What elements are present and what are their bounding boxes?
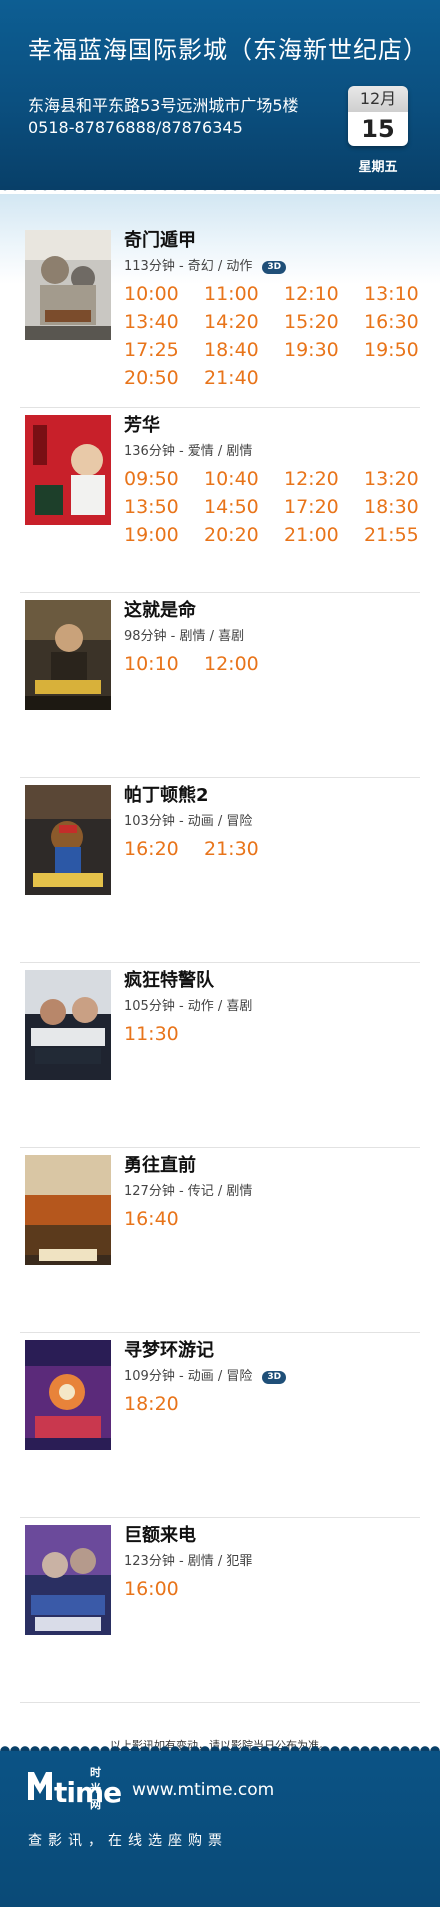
- movie-item[interactable]: 芳华 136分钟 - 爱情 / 剧情 09:50 10:40 12:20 13:20 13:…: [20, 408, 420, 593]
- header-scallop-edge: [0, 186, 440, 194]
- movie-item[interactable]: 寻梦环游记 109分钟 - 动画 / 冒险 3D 18:20: [20, 1333, 420, 1518]
- movie-meta: 105分钟 - 动作 / 喜剧: [124, 995, 252, 1014]
- weekday: 星期五: [358, 160, 398, 175]
- movie-poster[interactable]: [25, 230, 111, 340]
- movie-meta-text: 127分钟 - 传记 / 剧情: [124, 1184, 253, 1199]
- showtime-link[interactable]: 12:20: [284, 468, 339, 490]
- showtime-link[interactable]: 12:10: [284, 283, 339, 305]
- showtime-link[interactable]: 16:40: [124, 1208, 179, 1230]
- showtime-link[interactable]: 17:20: [284, 496, 339, 518]
- movie-item[interactable]: 奇门遁甲 113分钟 - 奇幻 / 动作 3D 10:00 11:00 12:10 13:1…: [20, 223, 420, 408]
- showtime-link[interactable]: 21:55: [364, 524, 419, 546]
- movie-title[interactable]: 奇门遁甲: [124, 226, 196, 252]
- cinema-address: 东海县和平东路53号远洲城市广场5楼: [28, 96, 299, 115]
- logo-wordmark: time: [54, 1776, 122, 1809]
- showtime-link[interactable]: 09:50: [124, 468, 179, 490]
- cinema-title: 幸福蓝海国际影城（东海新世纪店）: [28, 36, 428, 64]
- footer-slogan: 查影讯，在线选座购票: [28, 1833, 228, 1849]
- movie-meta-text: 113分钟 - 奇幻 / 动作: [124, 259, 253, 274]
- mtime-m-icon: [28, 1772, 52, 1800]
- movie-poster[interactable]: [25, 1340, 111, 1450]
- movie-poster[interactable]: [25, 415, 111, 525]
- showtime-link[interactable]: 13:10: [364, 283, 419, 305]
- movie-title[interactable]: 巨额来电: [124, 1521, 196, 1547]
- showtime-link[interactable]: 11:30: [124, 1023, 179, 1045]
- movie-meta-text: 103分钟 - 动画 / 冒险: [124, 814, 253, 829]
- showtime-link[interactable]: 13:50: [124, 496, 179, 518]
- showtime-link[interactable]: 10:10: [124, 653, 179, 675]
- showtime-link[interactable]: 15:20: [284, 311, 339, 333]
- movie-poster[interactable]: [25, 1155, 111, 1265]
- movie-meta: 123分钟 - 剧情 / 犯罪: [124, 1550, 252, 1569]
- movie-meta-text: 105分钟 - 动作 / 喜剧: [124, 999, 253, 1014]
- movie-meta: 127分钟 - 传记 / 剧情: [124, 1180, 252, 1199]
- movie-meta: 113分钟 - 奇幻 / 动作 3D: [124, 255, 287, 274]
- movie-item[interactable]: 帕丁顿熊2 103分钟 - 动画 / 冒险 16:20 21:30: [20, 778, 420, 963]
- showtime-link[interactable]: 13:40: [124, 311, 179, 333]
- showtime-link[interactable]: 21:30: [204, 838, 259, 860]
- showtime-link[interactable]: 18:30: [364, 496, 419, 518]
- movie-item[interactable]: 疯狂特警队 105分钟 - 动作 / 喜剧 11:30: [20, 963, 420, 1148]
- movie-meta: 109分钟 - 动画 / 冒险 3D: [124, 1365, 287, 1384]
- movie-meta-text: 98分钟 - 剧情 / 喜剧: [124, 629, 245, 644]
- showtime-link[interactable]: 10:40: [204, 468, 259, 490]
- showtime-link[interactable]: 18:40: [204, 339, 259, 361]
- badge-3d: 3D: [262, 261, 287, 274]
- showtime-link[interactable]: 21:00: [284, 524, 339, 546]
- showtime-link[interactable]: 16:20: [124, 838, 179, 860]
- showtime-link[interactable]: 12:00: [204, 653, 259, 675]
- movie-poster[interactable]: [25, 1525, 111, 1635]
- movie-meta: 136分钟 - 爱情 / 剧情: [124, 440, 252, 459]
- showtime-link[interactable]: 18:20: [124, 1393, 179, 1415]
- showtime-link[interactable]: 19:00: [124, 524, 179, 546]
- movie-meta-text: 136分钟 - 爱情 / 剧情: [124, 444, 253, 459]
- movie-poster[interactable]: [25, 785, 111, 895]
- movie-meta-text: 109分钟 - 动画 / 冒险: [124, 1369, 253, 1384]
- mtime-site-link[interactable]: www.mtime.com: [132, 1780, 274, 1800]
- showtime-link[interactable]: 19:30: [284, 339, 339, 361]
- showtime-link[interactable]: 16:30: [364, 311, 419, 333]
- showtime-link[interactable]: 21:40: [204, 367, 259, 389]
- badge-3d: 3D: [262, 1371, 287, 1384]
- movie-title[interactable]: 疯狂特警队: [124, 966, 214, 992]
- showtimes-page: 幸福蓝海国际影城（东海新世纪店） 东海县和平东路53号远洲城市广场5楼 0518…: [0, 0, 440, 1907]
- showtime-link[interactable]: 14:50: [204, 496, 259, 518]
- movie-poster[interactable]: [25, 970, 111, 1080]
- showtime-link[interactable]: 17:25: [124, 339, 179, 361]
- movie-meta: 98分钟 - 剧情 / 喜剧: [124, 625, 244, 644]
- movie-meta-text: 123分钟 - 剧情 / 犯罪: [124, 1554, 253, 1569]
- showtime-link[interactable]: 11:00: [204, 283, 259, 305]
- showtime-link[interactable]: 10:00: [124, 283, 179, 305]
- movie-title[interactable]: 寻梦环游记: [124, 1336, 214, 1362]
- movie-poster[interactable]: [25, 600, 111, 710]
- showtime-link[interactable]: 16:00: [124, 1578, 179, 1600]
- movie-meta: 103分钟 - 动画 / 冒险: [124, 810, 252, 829]
- movie-item[interactable]: 这就是命 98分钟 - 剧情 / 喜剧 10:10 12:00: [20, 593, 420, 778]
- movie-title[interactable]: 勇往直前: [124, 1151, 196, 1177]
- footer-background: [0, 1751, 440, 1907]
- showtime-link[interactable]: 13:20: [364, 468, 419, 490]
- showtime-link[interactable]: 14:20: [204, 311, 259, 333]
- date-month: 12月: [348, 86, 408, 112]
- cinema-header: 幸福蓝海国际影城（东海新世纪店） 东海县和平东路53号远洲城市广场5楼 0518…: [0, 0, 440, 190]
- movie-title[interactable]: 芳华: [124, 411, 160, 437]
- movie-title[interactable]: 这就是命: [124, 596, 196, 622]
- mtime-footer: 时光网 time www.mtime.com 查影讯，在线选座购票: [0, 1742, 440, 1907]
- date-day: 15: [348, 112, 408, 146]
- showtime-link[interactable]: 20:20: [204, 524, 259, 546]
- movie-item[interactable]: 勇往直前 127分钟 - 传记 / 剧情 16:40: [20, 1148, 420, 1333]
- footer-scallop-edge: [0, 1742, 440, 1751]
- movie-title[interactable]: 帕丁顿熊2: [124, 781, 209, 807]
- movie-item[interactable]: 巨额来电 123分钟 - 剧情 / 犯罪 16:00: [20, 1518, 420, 1703]
- showtime-link[interactable]: 19:50: [364, 339, 419, 361]
- cinema-phone: 0518-87876888/87876345: [28, 118, 243, 137]
- showtime-link[interactable]: 20:50: [124, 367, 179, 389]
- date-badge: 12月 15: [348, 86, 408, 146]
